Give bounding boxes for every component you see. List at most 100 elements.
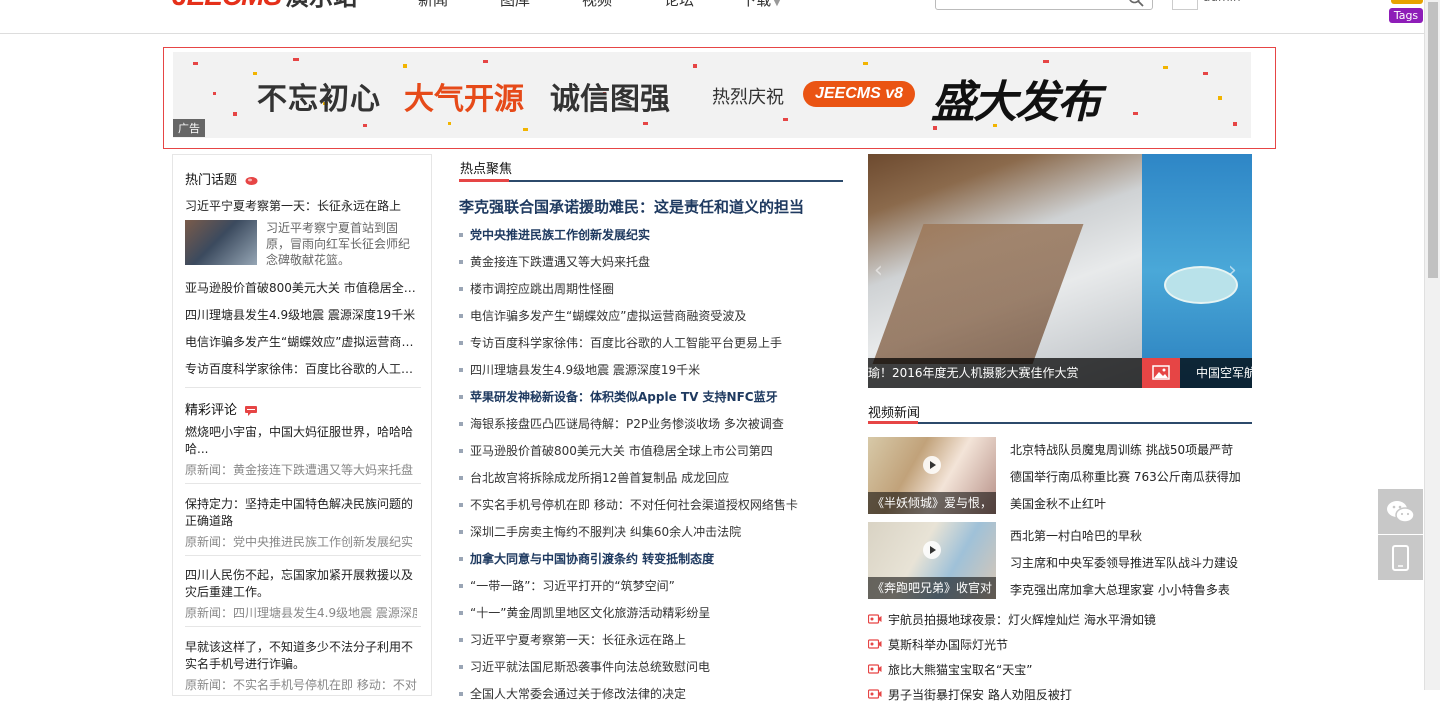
nav-item-forum[interactable]: 论坛 bbox=[638, 0, 720, 13]
video-caption[interactable]: 《半妖倾城》爱与恨， bbox=[868, 492, 996, 514]
main-nav: 新闻 图库 视频 论坛 下载 ▼ bbox=[392, 0, 802, 13]
nav-item-news[interactable]: 新闻 bbox=[392, 0, 474, 13]
news-list-item[interactable]: 不实名手机号停机在即 移动：不对任何社会渠道授权网络售卡 bbox=[459, 496, 843, 523]
hot-item[interactable]: 专访百度科学家徐伟：百度比谷歌的人工智能平台更易上手 bbox=[185, 360, 421, 378]
wechat-icon bbox=[1387, 501, 1415, 523]
user-name[interactable]: admin bbox=[1203, 0, 1241, 4]
comment-source[interactable]: 原新闻：不实名手机号停机在即 移动：不对任何社会渠道授权 bbox=[185, 676, 417, 693]
slide-town-shape bbox=[872, 224, 1084, 364]
banner-celebrate: 热烈庆祝 bbox=[712, 87, 784, 108]
slide-caption-next[interactable]: 中国空军航 bbox=[1196, 358, 1252, 388]
left-sidebar: 热门话题 习近平宁夏考察第一天：长征永远在路上 习近平考察宁夏首站到固原，冒雨向… bbox=[172, 154, 432, 696]
headline-link[interactable]: 李克强联合国承诺援助难民：这是责任和道义的担当 bbox=[459, 196, 804, 217]
tab-video-news[interactable]: 视频新闻 bbox=[868, 402, 920, 421]
video-link[interactable]: 德国举行南瓜称重比赛 763公斤南瓜获得加 bbox=[1010, 468, 1241, 485]
hot-feature-title[interactable]: 习近平宁夏考察第一天：长征永远在路上 bbox=[185, 197, 421, 215]
play-icon[interactable] bbox=[923, 456, 941, 474]
banner-slogan-2: 大气开源 bbox=[404, 82, 524, 117]
ad-banner[interactable]: 不忘初心 大气开源 诚信图强 热烈庆祝 JEECMS v8 盛大发布 广告 bbox=[173, 52, 1251, 138]
banner-version-pill: JEECMS v8 bbox=[803, 81, 915, 107]
nav-item-download[interactable]: 下载 ▼ bbox=[720, 0, 802, 13]
comment-source[interactable]: 原新闻：黄金接连下跌遭遇又等大妈来托盘 bbox=[185, 461, 417, 478]
comment-text[interactable]: 早就该这样了，不知道多少不法分子利用不实名手机号进行诈骗。 bbox=[185, 639, 421, 673]
nav-item-video[interactable]: 视频 bbox=[556, 0, 638, 13]
video-link[interactable]: 西北第一村白哈巴的早秋 bbox=[1010, 527, 1142, 544]
tab-active-indicator bbox=[459, 179, 509, 182]
comment-text[interactable]: 燃烧吧小宇宙，中国大妈征服世界，哈哈哈哈... bbox=[185, 424, 421, 458]
hot-item[interactable]: 电信诈骗多发产生“蝴蝶效应”虚拟运营商融资受波及 bbox=[185, 333, 421, 351]
top-badge[interactable] bbox=[1391, 0, 1423, 4]
comment-source[interactable]: 原新闻：党中央推进民族工作创新发展纪实 bbox=[185, 533, 417, 550]
search-input[interactable] bbox=[935, 0, 1153, 10]
chevron-right-icon[interactable]: › bbox=[1228, 258, 1237, 283]
news-list-item[interactable]: 电信诈骗多发产生“蝴蝶效应”虚拟运营商融资受波及 bbox=[459, 307, 843, 334]
video-link[interactable]: 李克强出席加拿大总理家宴 小小特鲁多表 bbox=[1010, 581, 1230, 598]
news-list-item[interactable]: 加拿大同意与中国协商引渡条约 转变抵制态度 bbox=[459, 550, 843, 577]
play-icon[interactable] bbox=[923, 541, 941, 559]
mobile-phone-icon bbox=[1392, 545, 1409, 571]
video-link[interactable]: 美国金秋不止红叶 bbox=[1010, 495, 1106, 512]
nav-item-gallery[interactable]: 图库 bbox=[474, 0, 556, 13]
video-list-item[interactable]: 莫斯科举办国际灯光节 bbox=[868, 636, 1272, 653]
mobile-float-button[interactable] bbox=[1378, 535, 1423, 580]
tab-hot-focus[interactable]: 热点聚焦 bbox=[460, 158, 512, 177]
video-link[interactable]: 习主席和中央军委领导推进军队战斗力建设 bbox=[1010, 554, 1238, 571]
news-list-item[interactable]: “十一”黄金周凯里地区文化旅游活动精彩纷呈 bbox=[459, 604, 843, 631]
news-list-item[interactable]: 台北故宫将拆除成龙所捐12兽首复制品 成龙回应 bbox=[459, 469, 843, 496]
banner-release: 盛大发布 bbox=[931, 77, 1101, 128]
news-list-item[interactable]: 习近平就法国尼斯恐袭事件向法总统致慰问电 bbox=[459, 658, 843, 685]
chevron-left-icon[interactable]: ‹ bbox=[874, 258, 883, 283]
site-logo[interactable]: JEECMS 演示站 bbox=[172, 0, 357, 12]
video-list-item[interactable]: 男子当街暴打保安 路人劝阻反被打 bbox=[868, 686, 1272, 703]
news-list-item[interactable]: 楼市调控应跳出周期性怪圈 bbox=[459, 280, 843, 307]
news-list-item[interactable]: 四川理塘县发生4.9级地震 震源深度19千米 bbox=[459, 361, 843, 388]
gallery-button[interactable] bbox=[1142, 358, 1180, 388]
comment-icon bbox=[245, 405, 258, 416]
news-list-item[interactable]: 海银系接盘匹凸匹谜局待解：P2P业务惨淡收场 多次被调查 bbox=[459, 415, 843, 442]
comment-source[interactable]: 原新闻：四川理塘县发生4.9级地震 震源深度19千米 bbox=[185, 604, 417, 621]
video-list-title: 男子当街暴打保安 路人劝阻反被打 bbox=[888, 688, 1072, 702]
video-list-title: 莫斯科举办国际灯光节 bbox=[888, 638, 1009, 652]
comments-title: 精彩评论 bbox=[185, 403, 238, 418]
slide-image-aerial-town[interactable] bbox=[868, 154, 1142, 388]
tags-button[interactable]: Tags bbox=[1389, 8, 1423, 23]
video-list-item[interactable]: 旅比大熊猫宝宝取名“天宝” bbox=[868, 661, 1272, 678]
scrollbar-thumb[interactable] bbox=[1428, 2, 1438, 278]
news-list-item[interactable]: 全国人大常委会通过关于修改法律的决定 bbox=[459, 685, 843, 712]
tab-underline bbox=[868, 422, 1252, 424]
tab-active-indicator bbox=[868, 421, 918, 424]
section-divider bbox=[185, 483, 421, 484]
news-list-item[interactable]: 党中央推进民族工作创新发展纪实 bbox=[459, 226, 843, 253]
comment-text[interactable]: 保持定力：坚持走中国特色解决民族问题的正确道路 bbox=[185, 496, 421, 530]
photo-slider[interactable]: 瑜！2016年度无人机摄影大赛佳作大赏 中国空军航 ‹ › bbox=[868, 154, 1252, 388]
video-list-item[interactable]: 宇航员拍摄地球夜景：灯火辉煌灿烂 海水平滑如镜 bbox=[868, 611, 1272, 628]
hot-topics-heading: 热门话题 bbox=[185, 169, 258, 188]
news-list-item[interactable]: 黄金接连下跌遭遇又等大妈来托盘 bbox=[459, 253, 843, 280]
hot-item[interactable]: 亚马逊股价首破800美元大关 市值稳居全球上市公司第四 bbox=[185, 279, 421, 297]
tab-underline bbox=[459, 180, 843, 182]
ad-label: 广告 bbox=[173, 119, 205, 137]
video-caption[interactable]: 《奔跑吧兄弟》收官对 bbox=[868, 577, 996, 599]
news-list-item[interactable]: “一带一路”：习近平打开的“筑梦空间” bbox=[459, 577, 843, 604]
hot-item[interactable]: 四川理塘县发生4.9级地震 震源深度19千米 bbox=[185, 306, 421, 324]
page-scrollbar[interactable] bbox=[1424, 0, 1440, 690]
video-link[interactable]: 北京特战队员魔鬼周训练 挑战50项最严苛 bbox=[1010, 441, 1233, 458]
search-icon[interactable] bbox=[1128, 0, 1144, 7]
nav-item-download-label: 下载 bbox=[741, 0, 772, 9]
news-list-item[interactable]: 亚马逊股价首破800美元大关 市值稳居全球上市公司第四 bbox=[459, 442, 843, 469]
user-avatar[interactable] bbox=[1172, 0, 1198, 10]
logo-text-cn: 演示站 bbox=[285, 0, 357, 12]
news-list-item[interactable]: 习近平宁夏考察第一天：长征永远在路上 bbox=[459, 631, 843, 658]
wechat-float-button[interactable] bbox=[1378, 489, 1423, 534]
comment-text[interactable]: 四川人民伤不起，忘国家加紧开展救援以及灾后重建工作。 bbox=[185, 567, 421, 601]
slide-caption[interactable]: 瑜！2016年度无人机摄影大赛佳作大赏 bbox=[868, 358, 1142, 388]
news-list-item[interactable]: 专访百度科学家徐伟：百度比谷歌的人工智能平台更易上手 bbox=[459, 334, 843, 361]
news-list-item[interactable]: 苹果研发神秘新设备：体积类似Apple TV 支持NFC蓝牙 bbox=[459, 388, 843, 415]
news-list-item[interactable]: 深圳二手房卖主悔约不服判决 纠集60余人冲击法院 bbox=[459, 523, 843, 550]
video-thumbnail[interactable]: 《半妖倾城》爱与恨， bbox=[868, 437, 996, 514]
comments-heading: 精彩评论 bbox=[185, 399, 258, 418]
video-thumbnail[interactable]: 《奔跑吧兄弟》收官对 bbox=[868, 522, 996, 599]
news-list: 党中央推进民族工作创新发展纪实 黄金接连下跌遭遇又等大妈来托盘 楼市调控应跳出周期性… bbox=[459, 226, 843, 712]
hot-feature-thumbnail[interactable] bbox=[185, 220, 257, 265]
hot-feature-desc: 习近平考察宁夏首站到固原，冒雨向红军长征会师纪念碑敬献花篮。 bbox=[266, 221, 411, 267]
